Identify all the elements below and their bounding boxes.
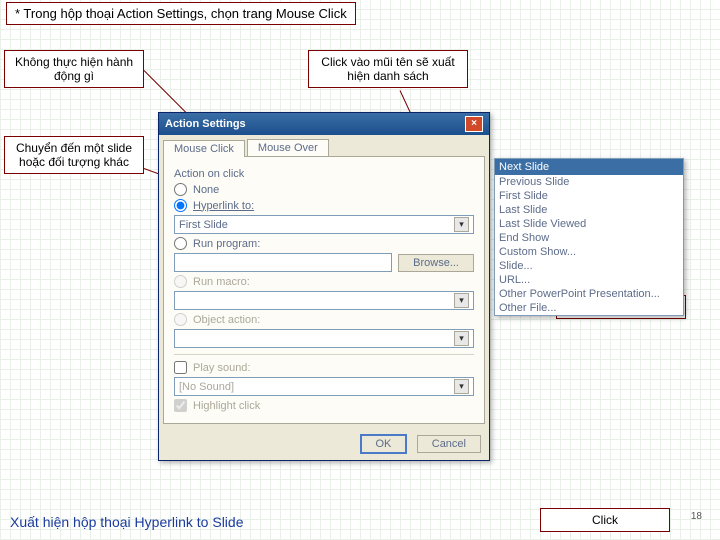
dialog-titlebar: Action Settings × — [159, 113, 489, 135]
callout-arrow-list: Click vào mũi tên sẽ xuất hiện danh sách — [308, 50, 468, 88]
dialog-panel: Action on click None Hyperlink to: First… — [163, 156, 485, 424]
browse-button[interactable]: Browse... — [398, 254, 474, 272]
section-label: Action on click — [174, 168, 474, 180]
ok-button[interactable]: OK — [360, 434, 408, 454]
chevron-down-icon: ▾ — [454, 293, 469, 308]
close-button[interactable]: × — [465, 116, 483, 132]
slide-number: 18 — [691, 511, 702, 522]
flyout-option[interactable]: End Show — [495, 231, 683, 245]
label-hyperlink: Hyperlink to: — [193, 200, 254, 212]
label-play-sound: Play sound: — [193, 362, 250, 374]
flyout-option[interactable]: Custom Show... — [495, 245, 683, 259]
action-settings-dialog: Action Settings × Mouse Click Mouse Over… — [158, 112, 490, 461]
tab-mouse-over[interactable]: Mouse Over — [247, 139, 329, 156]
chevron-down-icon: ▾ — [454, 379, 469, 394]
checkbox-play-sound[interactable] — [174, 361, 187, 374]
label-run-macro: Run macro: — [193, 276, 250, 288]
cancel-button[interactable]: Cancel — [417, 435, 481, 453]
object-action-dropdown: ▾ — [174, 329, 474, 348]
callout-move-slide: Chuyển đến một slide hoặc đối tượng khác — [4, 136, 144, 174]
radio-none[interactable] — [174, 183, 187, 196]
label-highlight: Highlight click — [193, 400, 260, 412]
radio-run-program[interactable] — [174, 237, 187, 250]
hyperlink-options-list: Next Slide Previous SlideFirst SlideLast… — [494, 158, 684, 316]
macro-dropdown: ▾ — [174, 291, 474, 310]
callout-no-action: Không thực hiện hành động gì — [4, 50, 144, 88]
program-field — [174, 253, 392, 272]
dialog-title: Action Settings — [165, 118, 246, 130]
checkbox-highlight — [174, 399, 187, 412]
flyout-option[interactable]: URL... — [495, 273, 683, 287]
label-none: None — [193, 184, 219, 196]
flyout-option[interactable]: Last Slide — [495, 203, 683, 217]
label-object-action: Object action: — [193, 314, 260, 326]
flyout-option[interactable]: First Slide — [495, 189, 683, 203]
flyout-option[interactable]: Other File... — [495, 301, 683, 315]
chevron-down-icon[interactable]: ▾ — [454, 217, 469, 232]
tab-mouse-click[interactable]: Mouse Click — [163, 140, 245, 157]
label-run-program: Run program: — [193, 238, 260, 250]
radio-run-macro — [174, 275, 187, 288]
dialog-buttons: OK Cancel — [159, 428, 489, 460]
connector-line — [144, 70, 191, 117]
callout-click: Click — [540, 508, 670, 532]
hyperlink-value: First Slide — [179, 219, 228, 231]
sound-dropdown: [No Sound]▾ — [174, 377, 474, 396]
bottom-note: Xuất hiện hộp thoại Hyperlink to Slide — [10, 514, 243, 530]
hyperlink-dropdown[interactable]: First Slide ▾ — [174, 215, 474, 234]
radio-object-action — [174, 313, 187, 326]
chevron-down-icon: ▾ — [454, 331, 469, 346]
flyout-header[interactable]: Next Slide — [495, 159, 683, 175]
flyout-option[interactable]: Last Slide Viewed — [495, 217, 683, 231]
flyout-option[interactable]: Other PowerPoint Presentation... — [495, 287, 683, 301]
flyout-option[interactable]: Slide... — [495, 259, 683, 273]
instruction-text: * Trong hộp thoại Action Settings, chọn … — [6, 2, 356, 25]
flyout-option[interactable]: Previous Slide — [495, 175, 683, 189]
radio-hyperlink[interactable] — [174, 199, 187, 212]
